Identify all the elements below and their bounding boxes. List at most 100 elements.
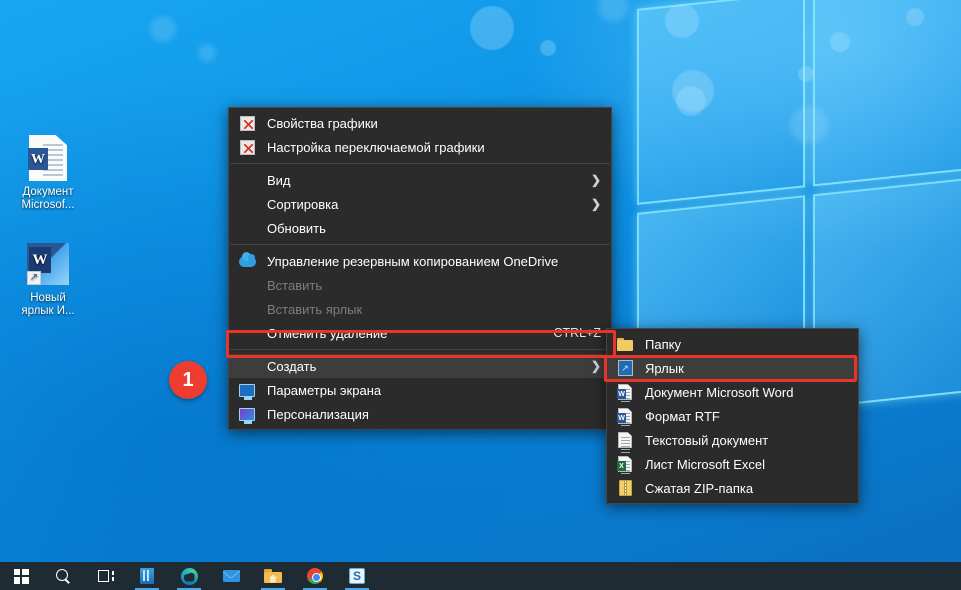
- submenu-item-label: Текстовый документ: [645, 432, 769, 448]
- menu-item-switchable-graphics[interactable]: Настройка переключаемой графики: [229, 135, 611, 159]
- bokeh-dot: [665, 4, 699, 38]
- bokeh-dot: [198, 44, 216, 62]
- desktop-icon-word-document[interactable]: W Документ Microsof...: [2, 134, 94, 212]
- submenu-item-excel-sheet[interactable]: X Лист Microsoft Excel: [607, 452, 858, 476]
- bokeh-dot: [150, 16, 176, 42]
- bokeh-dot: [470, 6, 514, 50]
- menu-separator: [230, 349, 610, 350]
- wallpaper-pane-2: [813, 0, 961, 187]
- menu-item-view[interactable]: Вид ❯: [229, 168, 611, 192]
- word-shortcut-icon: W ↗: [2, 240, 94, 288]
- zip-folder-icon: [615, 479, 635, 497]
- menu-separator: [230, 244, 610, 245]
- desktop-icon-label: ярлык И...: [21, 305, 75, 317]
- word-file-icon: W: [615, 383, 635, 402]
- menu-item-label: Сортировка: [267, 196, 339, 212]
- menu-item-label: Свойства графики: [267, 115, 378, 131]
- menu-item-label: Управление резервным копированием OneDri…: [267, 253, 559, 269]
- submenu-item-word-document[interactable]: W Документ Microsoft Word: [607, 380, 858, 404]
- empty-icon-slot: [237, 324, 257, 342]
- windows-logo-icon: [13, 568, 29, 584]
- menu-item-graphics-properties[interactable]: Свойства графики: [229, 111, 611, 135]
- submenu-item-label: Документ Microsoft Word: [645, 384, 794, 400]
- desktop-icon-label: Документ: [22, 186, 74, 198]
- display-settings-icon: [237, 381, 257, 400]
- task-view-button[interactable]: [84, 562, 126, 590]
- menu-item-label: Параметры экрана: [267, 382, 382, 398]
- desktop-icon-label: Microsof...: [21, 199, 75, 211]
- bokeh-dot: [676, 86, 706, 116]
- submenu-item-label: Сжатая ZIP-папка: [645, 480, 754, 496]
- chevron-right-icon: ❯: [590, 197, 601, 211]
- search-button[interactable]: [42, 562, 84, 590]
- desktop-icon-word-shortcut[interactable]: W ↗ Новый ярлык И...: [2, 240, 94, 318]
- new-submenu[interactable]: Папку ↗ Ярлык W Документ Microsoft Word …: [606, 328, 859, 504]
- empty-icon-slot: [237, 219, 257, 237]
- menu-item-new[interactable]: Создать ❯: [229, 354, 611, 378]
- menu-item-display-settings[interactable]: Параметры экрана: [229, 378, 611, 402]
- empty-icon-slot: [237, 171, 257, 189]
- edge-icon: [180, 567, 198, 585]
- bokeh-dot: [790, 106, 828, 144]
- submenu-item-folder[interactable]: Папку: [607, 332, 858, 356]
- desktop-icon-label: Новый: [30, 292, 66, 304]
- text-file-icon: [615, 431, 635, 453]
- menu-item-label: Настройка переключаемой графики: [267, 139, 485, 155]
- rtf-file-icon: W: [615, 407, 635, 426]
- edge-button[interactable]: [168, 562, 210, 590]
- menu-item-label: Вставить ярлык: [267, 301, 363, 317]
- microsoft-store-icon: [140, 568, 154, 584]
- desktop-context-menu[interactable]: Свойства графики Настройка переключаемой…: [228, 107, 612, 430]
- submenu-item-text-document[interactable]: Текстовый документ: [607, 428, 858, 453]
- menu-item-refresh[interactable]: Обновить: [229, 216, 611, 240]
- menu-item-accelerator: CTRL+Z: [553, 326, 601, 340]
- bokeh-dot: [798, 66, 814, 82]
- snipping-tool-button[interactable]: S: [336, 562, 378, 590]
- microsoft-store-button[interactable]: [126, 562, 168, 590]
- wallpaper-pane-1: [637, 0, 805, 205]
- empty-icon-slot: [237, 276, 257, 294]
- chrome-icon: [307, 568, 323, 584]
- submenu-item-label: Папку: [645, 336, 681, 352]
- submenu-item-shortcut[interactable]: ↗ Ярлык: [607, 356, 858, 380]
- menu-separator: [230, 163, 610, 164]
- menu-item-personalization[interactable]: Персонализация: [229, 402, 611, 426]
- personalization-icon: [237, 405, 257, 424]
- submenu-item-label: Лист Microsoft Excel: [645, 456, 765, 472]
- empty-icon-slot: [237, 357, 257, 375]
- file-explorer-button[interactable]: [252, 562, 294, 590]
- empty-icon-slot: [237, 300, 257, 318]
- start-button[interactable]: [0, 562, 42, 590]
- graphics-properties-icon: [237, 114, 257, 132]
- mail-button[interactable]: [210, 562, 252, 590]
- menu-item-paste-shortcut: Вставить ярлык: [229, 297, 611, 321]
- bokeh-dot: [540, 40, 556, 56]
- submenu-item-rtf[interactable]: W Формат RTF: [607, 404, 858, 428]
- bokeh-dot: [906, 8, 924, 26]
- menu-item-paste: Вставить: [229, 273, 611, 297]
- chevron-right-icon: ❯: [590, 359, 601, 373]
- snipping-tool-icon: S: [349, 568, 365, 584]
- menu-item-label: Отменить удаление: [267, 325, 388, 341]
- menu-item-onedrive-backup[interactable]: Управление резервным копированием OneDri…: [229, 249, 611, 273]
- mail-icon: [222, 570, 240, 582]
- submenu-item-label: Ярлык: [645, 360, 684, 376]
- menu-item-label: Вид: [267, 172, 291, 188]
- menu-item-label: Вставить: [267, 277, 323, 293]
- menu-item-undo-delete[interactable]: Отменить удаление CTRL+Z: [229, 321, 611, 345]
- menu-item-sort[interactable]: Сортировка ❯: [229, 192, 611, 216]
- taskbar[interactable]: S: [0, 562, 961, 590]
- folder-icon: [615, 335, 635, 353]
- menu-item-label: Создать: [267, 358, 317, 374]
- bokeh-dot: [830, 32, 850, 52]
- empty-icon-slot: [237, 195, 257, 213]
- word-document-icon: W: [2, 134, 94, 182]
- onedrive-cloud-icon: [237, 251, 257, 270]
- task-view-icon: [97, 569, 114, 583]
- switchable-graphics-icon: [237, 138, 257, 156]
- submenu-item-zip-folder[interactable]: Сжатая ZIP-папка: [607, 476, 858, 500]
- bokeh-dot: [598, 0, 628, 22]
- excel-file-icon: X: [615, 455, 635, 474]
- chevron-right-icon: ❯: [590, 173, 601, 187]
- chrome-button[interactable]: [294, 562, 336, 590]
